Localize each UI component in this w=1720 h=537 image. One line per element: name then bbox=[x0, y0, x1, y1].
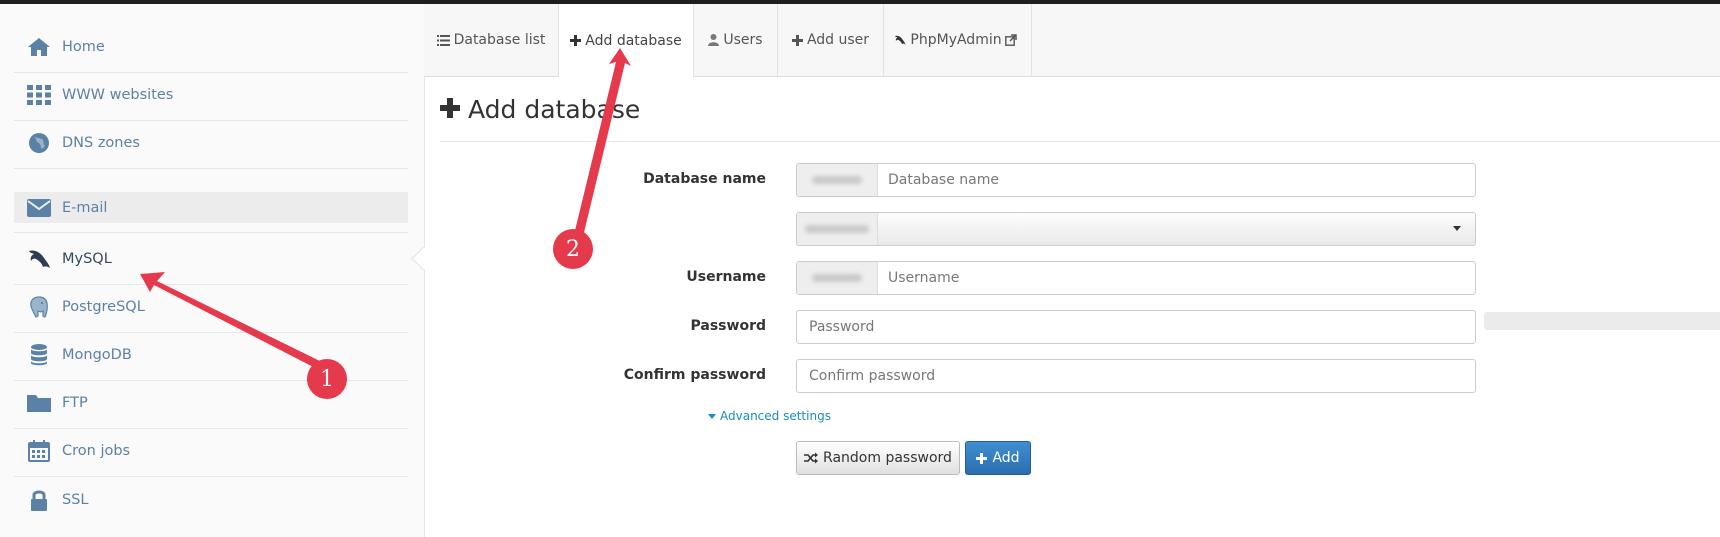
password-label: Password bbox=[690, 318, 766, 334]
dolphin-icon bbox=[894, 34, 906, 46]
password-strength-bar bbox=[1484, 312, 1720, 330]
username-input[interactable] bbox=[878, 262, 1475, 294]
sidebar-item-dns-zones[interactable]: DNS zones bbox=[14, 118, 408, 169]
confirm-password-input[interactable] bbox=[796, 359, 1476, 393]
plus-icon bbox=[976, 452, 988, 464]
tab-label: Users bbox=[723, 32, 763, 48]
calendar-icon bbox=[26, 439, 52, 463]
sidebar-item-cron-jobs[interactable]: Cron jobs bbox=[14, 426, 408, 477]
advanced-settings-label: Advanced settings bbox=[720, 409, 831, 423]
external-link-icon bbox=[1004, 34, 1017, 46]
sidebar-item-label: Cron jobs bbox=[62, 443, 131, 459]
tab-label: Database list bbox=[453, 32, 546, 48]
caret-down-icon bbox=[708, 413, 716, 419]
chevron-down-icon bbox=[1453, 226, 1461, 231]
tab-label: Add user bbox=[806, 32, 870, 48]
plus-icon bbox=[440, 95, 468, 124]
tab-add-user[interactable]: Add user bbox=[778, 4, 884, 76]
sidebar-item-label: E-mail bbox=[62, 199, 108, 216]
sidebar-item-home[interactable]: Home bbox=[14, 22, 408, 73]
tab-label: PhpMyAdmin bbox=[910, 32, 1002, 48]
globe-icon bbox=[26, 131, 52, 155]
lock-icon bbox=[26, 488, 52, 512]
redacted-prefix bbox=[812, 176, 862, 184]
username-group bbox=[796, 261, 1476, 295]
database-icon bbox=[26, 343, 52, 367]
plus-icon bbox=[791, 34, 803, 46]
sidebar-item-label: FTP bbox=[62, 395, 88, 411]
sidebar-item-label: PostgreSQL bbox=[62, 299, 145, 315]
sidebar-item-ssl[interactable]: SSL bbox=[14, 474, 408, 525]
confirm-password-label: Confirm password bbox=[623, 367, 766, 383]
envelope-icon bbox=[26, 196, 52, 220]
elephant-icon bbox=[26, 295, 52, 319]
sidebar-item-label: DNS zones bbox=[62, 135, 140, 151]
shuffle-icon bbox=[804, 452, 819, 464]
advanced-settings-toggle[interactable]: Advanced settings bbox=[708, 409, 831, 423]
plus-icon bbox=[570, 35, 582, 46]
add-button[interactable]: Add bbox=[965, 441, 1031, 475]
sidebar-item-mysql[interactable]: MySQL bbox=[14, 234, 408, 285]
redacted-prefix bbox=[812, 274, 862, 282]
sidebar-item-mongodb[interactable]: MongoDB bbox=[14, 330, 408, 381]
tab-database-list[interactable]: Database list bbox=[424, 4, 559, 76]
tab-phpmyadmin[interactable]: PhpMyAdmin bbox=[884, 4, 1032, 76]
sidebar-divider bbox=[14, 232, 408, 233]
database-prefix-addon bbox=[797, 164, 878, 196]
annotation-badge-1: 1 bbox=[307, 359, 347, 399]
grid-icon bbox=[26, 83, 52, 107]
sidebar-item-www-websites[interactable]: WWW websites bbox=[14, 70, 408, 121]
redacted-server bbox=[805, 225, 869, 233]
username-prefix-addon bbox=[797, 262, 878, 294]
folder-icon bbox=[26, 391, 52, 415]
server-select[interactable] bbox=[796, 212, 1476, 246]
random-password-button[interactable]: Random password bbox=[796, 441, 960, 475]
home-icon bbox=[26, 35, 52, 59]
tab-label: Add database bbox=[585, 32, 682, 49]
sidebar-item-label: Home bbox=[62, 39, 105, 55]
list-icon bbox=[436, 34, 450, 46]
add-button-label: Add bbox=[992, 450, 1020, 466]
database-name-label: Database name bbox=[643, 171, 766, 187]
sidebar: Home WWW websites DNS zones E-mail MySQL bbox=[0, 4, 425, 537]
annotation-badge-2: 2 bbox=[553, 229, 593, 269]
tab-users[interactable]: Users bbox=[694, 4, 778, 76]
sidebar-item-label: MongoDB bbox=[62, 347, 132, 363]
sidebar-item-ftp[interactable]: FTP bbox=[14, 378, 408, 429]
tab-bar: Database list Add database Users Add use… bbox=[424, 4, 1720, 77]
random-password-label: Random password bbox=[823, 450, 952, 466]
username-label: Username bbox=[686, 269, 766, 285]
server-select-addon bbox=[797, 213, 878, 245]
database-name-input[interactable] bbox=[878, 164, 1475, 196]
password-input[interactable] bbox=[796, 310, 1476, 344]
dolphin-icon bbox=[26, 247, 52, 271]
tab-add-database[interactable]: Add database bbox=[558, 4, 694, 77]
page-title-text: Add database bbox=[468, 95, 641, 124]
page-title: Add database bbox=[440, 95, 640, 124]
user-icon bbox=[708, 34, 720, 46]
sidebar-item-email[interactable]: E-mail bbox=[14, 192, 408, 223]
sidebar-item-label: MySQL bbox=[62, 251, 112, 267]
title-divider bbox=[440, 141, 1720, 142]
sidebar-item-label: WWW websites bbox=[62, 87, 174, 103]
sidebar-item-postgresql[interactable]: PostgreSQL bbox=[14, 282, 408, 333]
database-name-group bbox=[796, 163, 1476, 197]
sidebar-item-label: SSL bbox=[62, 491, 89, 508]
